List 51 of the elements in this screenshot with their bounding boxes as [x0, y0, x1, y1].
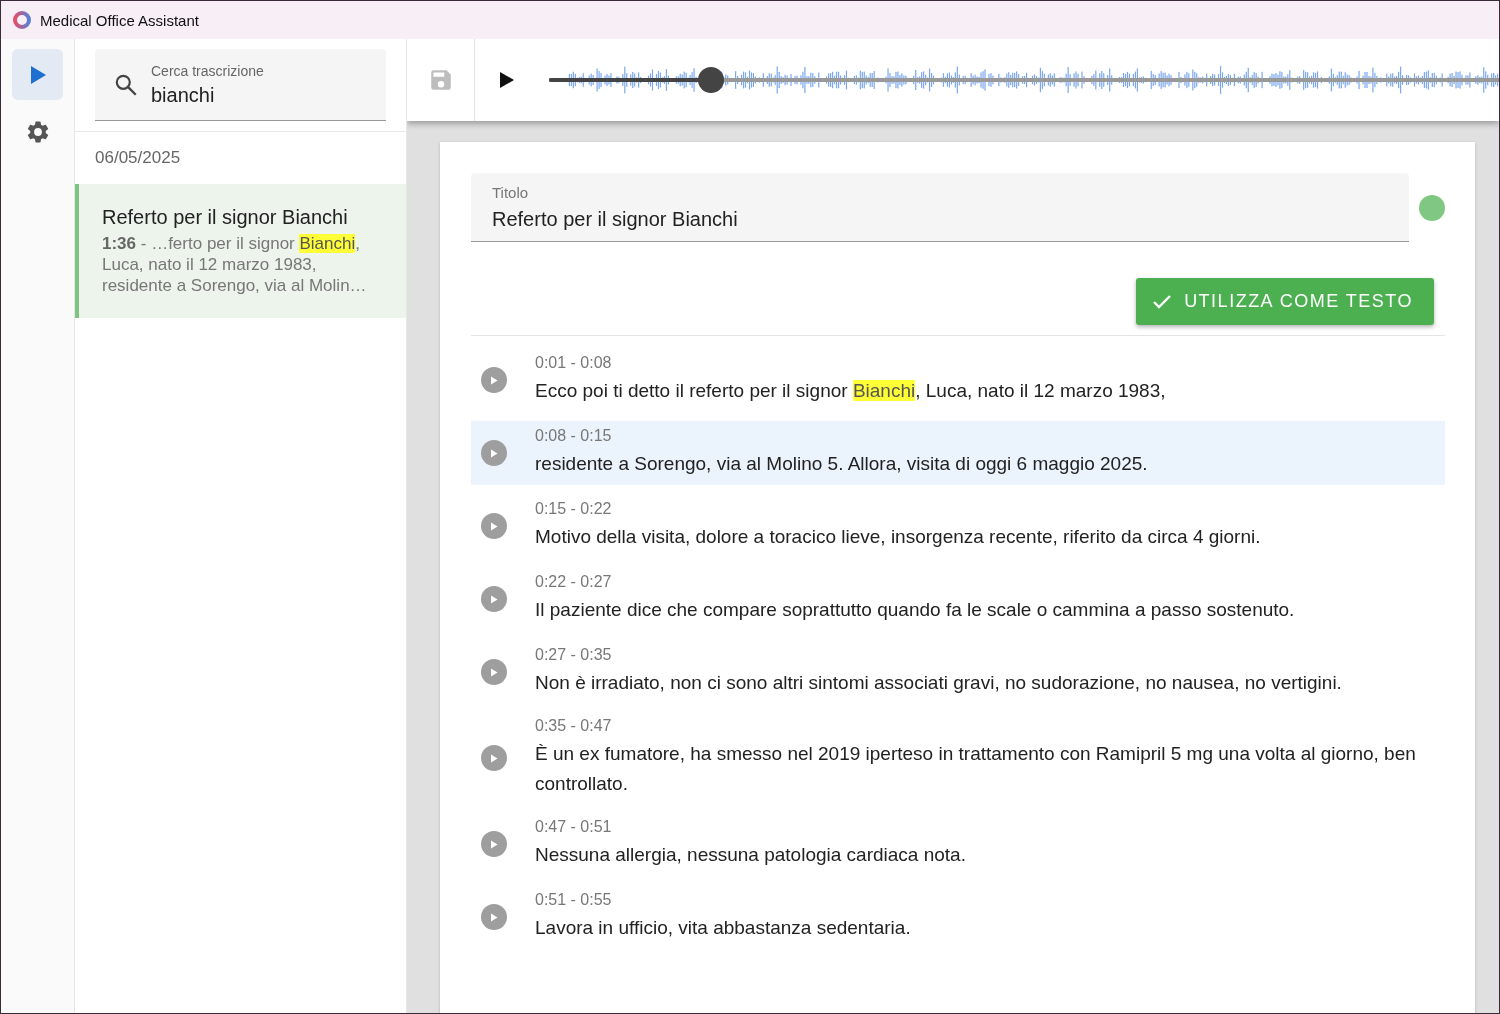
play-icon [490, 839, 498, 849]
segment-time: 0:27 - 0:35 [535, 646, 613, 664]
transcript-segment[interactable]: 0:47 - 0:51 Nessuna allergia, nessuna patologia cardiaca nota. [471, 812, 1445, 876]
segment-text: Lavora in ufficio, vita abbastanza sedentaria. [535, 916, 911, 940]
segment-text: È un ex fumatore, ha smesso nel 2019 iperteso in trattamento con Ramipril 5 mg una volta al giorno, ben controllato. [535, 742, 1417, 796]
segment-play-button[interactable] [481, 659, 507, 685]
segment-play-button[interactable] [481, 513, 507, 539]
segment-time: 0:01 - 0:08 [535, 354, 613, 372]
transcript-segment[interactable]: 0:15 - 0:22 Motivo della visita, dolore a toracico lieve, insorgenza recente, riferito da circa 4 giorni. [471, 494, 1445, 558]
segment-play-button[interactable] [481, 831, 507, 857]
segment-time: 0:51 - 0:55 [535, 891, 613, 909]
slider-thumb[interactable] [697, 67, 724, 93]
app-logo-icon [12, 10, 32, 30]
check-icon [1152, 293, 1173, 310]
title-field[interactable]: Titolo Referto per il signor Bianchi [471, 173, 1409, 242]
play-icon [499, 71, 515, 89]
play-icon [490, 667, 498, 677]
segment-play-button[interactable] [481, 367, 507, 393]
play-nav-button[interactable] [12, 49, 63, 100]
transcript-segment[interactable]: 0:35 - 0:47 È un ex fumatore, ha smesso nel 2019 iperteso in trattamento con Ramipril 5 mg una volta al giorno, ben controllato. [471, 713, 1445, 803]
date-heading: 06/05/2025 [94, 147, 182, 169]
play-icon [490, 912, 498, 922]
segment-play-button[interactable] [481, 745, 507, 771]
segment-text: Non è irradiato, non ci sono altri sintomi associati gravi, no sudorazione, no nausea, no vertigini. [535, 671, 1342, 695]
segment-time: 0:08 - 0:15 [535, 427, 613, 445]
transcript-segment[interactable]: 0:51 - 0:55 Lavora in ufficio, vita abbastanza sedentaria. [471, 885, 1445, 949]
segment-time: 0:15 - 0:22 [535, 500, 613, 518]
segment-text: residente a Sorengo, via al Molino 5. Allora, visita di oggi 6 maggio 2025. [535, 452, 1148, 476]
segment-play-button[interactable] [481, 586, 507, 612]
segment-play-button[interactable] [481, 440, 507, 466]
play-icon [490, 594, 498, 604]
transcript-segment[interactable]: 0:22 - 0:27 Il paziente dice che compare soprattutto quando fa le scale o cammina a passo sostenuto. [471, 567, 1445, 631]
segment-time: 0:35 - 0:47 [535, 717, 613, 735]
search-field[interactable]: Cerca trascrizione bianchi [95, 49, 386, 121]
transcript-segment[interactable]: 0:08 - 0:15 residente a Sorengo, via al Molino 5. Allora, visita di oggi 6 maggio 2025. [471, 421, 1445, 485]
segment-play-button[interactable] [481, 904, 507, 930]
play-icon [490, 375, 498, 385]
segment-text: Ecco poi ti detto il referto per il signor Bianchi, Luca, nato il 12 marzo 1983, [535, 379, 1166, 403]
segment-time: 0:22 - 0:27 [535, 573, 613, 591]
play-icon [490, 521, 498, 531]
play-icon [490, 753, 498, 763]
segment-text: Nessuna allergia, nessuna patologia cardiaca nota. [535, 843, 966, 867]
play-icon [28, 64, 47, 85]
window-title: Medical Office Assistant [40, 11, 199, 29]
transcript-segment[interactable]: 0:27 - 0:35 Non è irradiato, non ci sono altri sintomi associati gravi, no sudorazione, no nausea, no vertigini. [471, 640, 1445, 704]
transcript-segment[interactable]: 0:01 - 0:08 Ecco poi ti detto il referto per il signor Bianchi, Luca, nato il 12 marzo 1983, [471, 348, 1445, 412]
segment-text: Motivo della visita, dolore a toracico lieve, insorgenza recente, riferito da circa 4 giorni. [535, 525, 1261, 549]
segment-time: 0:47 - 0:51 [535, 818, 613, 836]
segment-text: Il paziente dice che compare soprattutto quando fa le scale o cammina a passo sostenuto. [535, 598, 1295, 622]
transcript-list-item[interactable]: Referto per il signor Bianchi 1:36 - …ferto per il signor Bianchi, Luca, nato il 12 marzo 1983, residente a Sorengo, via al Molin… [75, 184, 406, 318]
play-icon [490, 448, 498, 458]
